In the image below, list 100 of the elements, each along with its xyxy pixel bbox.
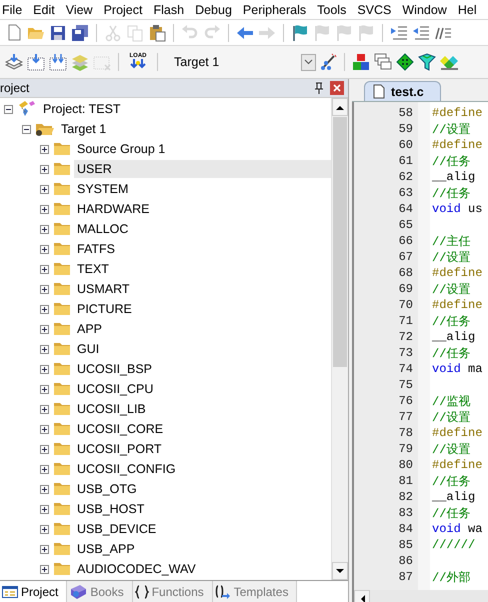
- expand-toggle[interactable]: [40, 344, 49, 354]
- file-tab[interactable]: test.c: [364, 81, 441, 101]
- funnel-icon: [418, 53, 436, 71]
- layers-icon: [5, 53, 23, 71]
- expand-toggle[interactable]: [40, 524, 49, 534]
- expand-toggle[interactable]: [40, 364, 49, 374]
- tree-item[interactable]: USB_DEVICE: [74, 520, 160, 538]
- scroll-up-button[interactable]: [332, 98, 348, 116]
- expand-toggle[interactable]: [40, 464, 49, 474]
- tree-item[interactable]: UCOSII_PORT: [74, 440, 165, 458]
- line-number: 76: [398, 394, 413, 408]
- folder-icon: [53, 322, 71, 336]
- collapse-toggle[interactable]: [4, 104, 13, 114]
- code-line: //任务: [431, 506, 470, 522]
- line-number: 74: [398, 362, 413, 376]
- plus-icon: [41, 446, 48, 452]
- expand-toggle[interactable]: [40, 224, 49, 234]
- tree-item[interactable]: Project: TEST: [40, 100, 124, 118]
- diamond-button[interactable]: [395, 51, 415, 73]
- expand-toggle[interactable]: [40, 444, 49, 454]
- expand-toggle[interactable]: [40, 304, 49, 314]
- dropdown-button[interactable]: [301, 54, 316, 70]
- menu-item[interactable]: Edit: [29, 2, 61, 16]
- tree-item[interactable]: UCOSII_BSP: [74, 360, 156, 378]
- tree-item[interactable]: USB_HOST: [74, 500, 148, 518]
- tree-item[interactable]: PICTURE: [74, 300, 135, 318]
- expand-toggle[interactable]: [40, 424, 49, 434]
- code-line: //设置: [431, 282, 470, 298]
- line-number: 73: [398, 346, 413, 360]
- tree-item[interactable]: USB_APP: [74, 540, 138, 558]
- expand-toggle[interactable]: [40, 204, 49, 214]
- expand-toggle[interactable]: [40, 564, 49, 574]
- code-line: #define: [431, 426, 482, 440]
- menu-item[interactable]: SVCS: [353, 2, 398, 16]
- expand-toggle[interactable]: [40, 284, 49, 294]
- grid-arrows-icon: [49, 53, 67, 71]
- menu-item[interactable]: Hel: [454, 2, 483, 16]
- folder-icon: [53, 282, 71, 296]
- tree-item[interactable]: FATFS: [74, 240, 118, 258]
- scrollbar-thumb[interactable]: [333, 117, 347, 367]
- tree-item[interactable]: USER: [74, 160, 331, 178]
- expand-toggle[interactable]: [40, 244, 49, 254]
- expand-toggle[interactable]: [40, 324, 49, 334]
- tree-item[interactable]: HARDWARE: [74, 200, 152, 218]
- expand-toggle[interactable]: [40, 144, 49, 154]
- close-button[interactable]: [330, 81, 344, 95]
- grid-arrow-button[interactable]: [26, 51, 46, 73]
- target-select[interactable]: Target 1: [168, 55, 301, 69]
- expand-toggle[interactable]: [40, 404, 49, 414]
- plus-icon: [41, 566, 48, 572]
- expand-toggle[interactable]: [40, 504, 49, 514]
- tree-item[interactable]: USMART: [74, 280, 133, 298]
- menu-item[interactable]: Window: [398, 2, 453, 16]
- expand-toggle[interactable]: [40, 264, 49, 274]
- menu-item[interactable]: Project: [100, 2, 148, 16]
- tree-item[interactable]: USB_OTG: [74, 480, 140, 498]
- tree-item[interactable]: GUI: [74, 340, 102, 358]
- menu-item[interactable]: Tools: [313, 2, 352, 16]
- tree-item[interactable]: UCOSII_CPU: [74, 380, 156, 398]
- scrollbar[interactable]: [354, 590, 488, 602]
- tree-item[interactable]: UCOSII_LIB: [74, 400, 149, 418]
- collapse-toggle[interactable]: [22, 124, 31, 134]
- expand-toggle[interactable]: [40, 164, 49, 174]
- menu-item[interactable]: File: [0, 2, 28, 16]
- pin-icon[interactable]: [314, 82, 324, 94]
- funnel-button[interactable]: [417, 51, 437, 73]
- expand-toggle[interactable]: [40, 384, 49, 394]
- code-line: void ma: [431, 362, 482, 376]
- expand-toggle[interactable]: [40, 484, 49, 494]
- line-number: 59: [398, 122, 413, 136]
- panel-tab[interactable]: Books: [67, 581, 133, 602]
- flag-icon: [335, 24, 353, 42]
- tree-item[interactable]: UCOSII_CORE: [74, 420, 166, 438]
- stack-icon: [71, 53, 89, 71]
- expand-toggle[interactable]: [40, 184, 49, 194]
- panel-tab[interactable]: Functions: [132, 581, 213, 602]
- plus-icon: [41, 186, 48, 192]
- menu-item[interactable]: Peripherals: [238, 2, 312, 16]
- blocks-button[interactable]: [351, 51, 371, 73]
- tree-item[interactable]: SYSTEM: [74, 180, 132, 198]
- menu-item[interactable]: View: [62, 2, 99, 16]
- line-number: 65: [398, 218, 413, 232]
- panel-tab[interactable]: Templates: [212, 581, 298, 602]
- menu-item[interactable]: Flash: [149, 2, 190, 16]
- tree-item[interactable]: AUDIOCODEC_WAV: [74, 560, 199, 578]
- wand-button[interactable]: [318, 51, 338, 73]
- code-line: //任务: [431, 346, 470, 362]
- scrollbar[interactable]: [331, 98, 348, 580]
- tree-item[interactable]: Source Group 1: [74, 140, 168, 158]
- tree-item[interactable]: UCOSII_CONFIG: [74, 460, 179, 478]
- menu-item[interactable]: Debug: [191, 2, 238, 16]
- panel-tab[interactable]: Project: [0, 581, 68, 602]
- tree-item[interactable]: MALLOC: [74, 220, 132, 238]
- tree-item[interactable]: TEXT: [74, 260, 112, 278]
- scroll-down-button[interactable]: [332, 562, 348, 580]
- line-number: 79: [398, 442, 413, 456]
- tree-item[interactable]: Target 1: [58, 120, 110, 138]
- grid-arrows-button[interactable]: [48, 51, 68, 73]
- expand-toggle[interactable]: [40, 544, 49, 554]
- tree-item[interactable]: APP: [74, 320, 106, 338]
